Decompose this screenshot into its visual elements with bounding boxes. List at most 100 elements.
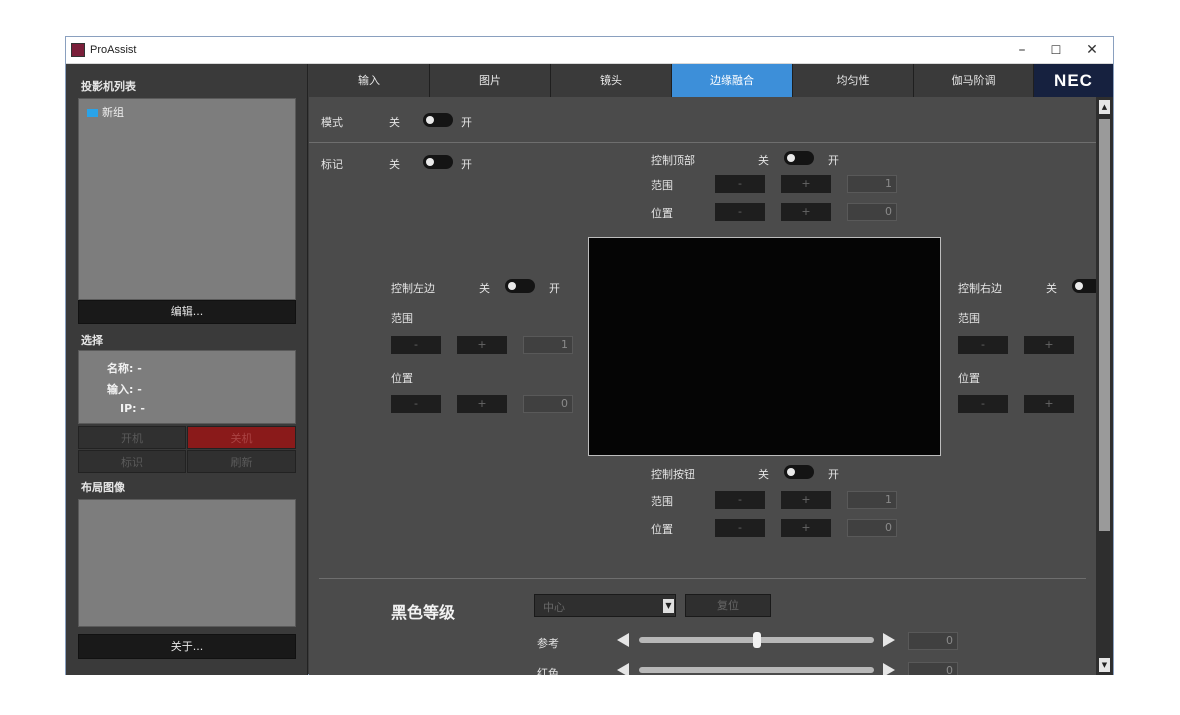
tab-uniformity[interactable]: 均匀性 [793,64,914,97]
scroll-down-arrow-icon[interactable]: ▼ [1099,658,1110,672]
edge-blending-panel: 模式 关 开 标记 关 开 控制顶部 关 开 范围 - + 1 位置 - + 0… [309,97,1096,675]
bottom-position-minus-button[interactable]: - [715,519,765,537]
bottom-range-label: 范围 [651,495,673,508]
vertical-scrollbar[interactable]: ▲ ▼ [1096,97,1113,675]
minimize-button[interactable]: – [1005,39,1039,61]
scroll-thumb[interactable] [1099,119,1110,531]
blend-preview-screen [588,237,941,456]
right-control-toggle[interactable] [1072,279,1096,293]
tab-input[interactable]: 输入 [309,64,430,97]
top-position-value[interactable]: 0 [847,203,897,221]
bottom-control-title: 控制按钮 [651,468,695,481]
window-title: ProAssist [90,44,137,56]
mode-off-label: 关 [389,116,400,129]
right-range-label: 范围 [958,312,980,325]
folder-icon [87,109,98,117]
layout-image-title: 布局图像 [81,481,125,494]
tab-gamma[interactable]: 伽马阶调 [914,64,1034,97]
mode-toggle[interactable] [423,113,453,127]
reset-button[interactable]: 复位 [685,594,771,617]
bottom-on-label: 开 [828,468,839,481]
mode-label: 模式 [321,116,343,129]
red-increase-icon[interactable] [883,663,895,675]
right-range-plus-button[interactable]: + [1024,336,1074,354]
right-position-plus-button[interactable]: + [1024,395,1074,413]
bottom-position-label: 位置 [651,523,673,536]
reference-value[interactable]: 0 [908,632,958,650]
left-off-label: 关 [479,282,490,295]
group-item[interactable]: 新组 [87,104,124,120]
close-button[interactable]: ✕ [1075,39,1109,61]
bottom-range-plus-button[interactable]: + [781,491,831,509]
right-position-label: 位置 [958,372,980,385]
left-range-label: 范围 [391,312,413,325]
about-button[interactable]: 关于... [78,634,296,659]
left-range-minus-button[interactable]: - [391,336,441,354]
right-position-minus-button[interactable]: - [958,395,1008,413]
title-bar: ProAssist – ☐ ✕ [66,37,1113,64]
region-select[interactable]: 中心 ▼ [534,594,676,617]
top-range-plus-button[interactable]: + [781,175,831,193]
reference-slider-thumb[interactable] [752,632,761,648]
left-control-title: 控制左边 [391,282,435,295]
red-decrease-icon[interactable] [617,663,629,675]
name-line: 名称: - [107,362,142,375]
selection-info-panel: 名称: - 输入: - IP: - [78,350,296,424]
marker-on-label: 开 [461,158,472,171]
marker-off-label: 关 [389,158,400,171]
reference-label: 参考 [537,637,559,650]
edit-button[interactable]: 编辑... [78,300,296,324]
right-off-label: 关 [1046,282,1057,295]
top-control-toggle[interactable] [784,151,814,165]
ip-line: IP: - [120,402,145,415]
red-value[interactable]: 0 [908,662,958,675]
top-range-label: 范围 [651,179,673,192]
top-position-label: 位置 [651,207,673,220]
divider [309,142,1096,143]
region-select-value: 中心 [543,601,565,614]
reference-decrease-icon[interactable] [617,633,629,647]
bottom-position-plus-button[interactable]: + [781,519,831,537]
scroll-up-arrow-icon[interactable]: ▲ [1099,100,1110,114]
input-line: 输入: - [107,383,142,396]
left-range-value[interactable]: 1 [523,336,573,354]
power-off-button[interactable]: 关机 [187,426,296,449]
left-range-plus-button[interactable]: + [457,336,507,354]
top-position-minus-button[interactable]: - [715,203,765,221]
left-position-value[interactable]: 0 [523,395,573,413]
nec-logo: NEC [1034,64,1113,97]
tab-edge-blending[interactable]: 边缘融合 [672,64,793,97]
top-on-label: 开 [828,154,839,167]
bottom-off-label: 关 [758,468,769,481]
app-window: ProAssist – ☐ ✕ 投影机列表 新组 编辑... 选择 名称: - … [65,36,1114,675]
black-level-title: 黑色等级 [391,603,456,622]
top-position-plus-button[interactable]: + [781,203,831,221]
reference-increase-icon[interactable] [883,633,895,647]
power-on-button[interactable]: 开机 [78,426,186,449]
bottom-range-minus-button[interactable]: - [715,491,765,509]
left-position-plus-button[interactable]: + [457,395,507,413]
marker-label: 标记 [321,158,343,171]
left-position-minus-button[interactable]: - [391,395,441,413]
sidebar: 投影机列表 新组 编辑... 选择 名称: - 输入: - IP: - 开机 关… [66,64,308,675]
bottom-control-toggle[interactable] [784,465,814,479]
layout-image-panel [78,499,296,627]
top-control-title: 控制顶部 [651,154,695,167]
left-position-label: 位置 [391,372,413,385]
bottom-position-value[interactable]: 0 [847,519,897,537]
projector-list[interactable]: 新组 [78,98,296,300]
red-slider-track[interactable] [639,667,874,673]
top-range-value[interactable]: 1 [847,175,897,193]
marker-toggle[interactable] [423,155,453,169]
identify-button[interactable]: 标识 [78,450,186,473]
refresh-button[interactable]: 刷新 [187,450,296,473]
right-range-minus-button[interactable]: - [958,336,1008,354]
dropdown-arrow-icon[interactable]: ▼ [663,599,674,613]
app-logo-icon [71,43,85,57]
tab-picture[interactable]: 图片 [430,64,551,97]
left-control-toggle[interactable] [505,279,535,293]
bottom-range-value[interactable]: 1 [847,491,897,509]
top-range-minus-button[interactable]: - [715,175,765,193]
tab-lens[interactable]: 镜头 [551,64,672,97]
maximize-button[interactable]: ☐ [1039,39,1073,61]
